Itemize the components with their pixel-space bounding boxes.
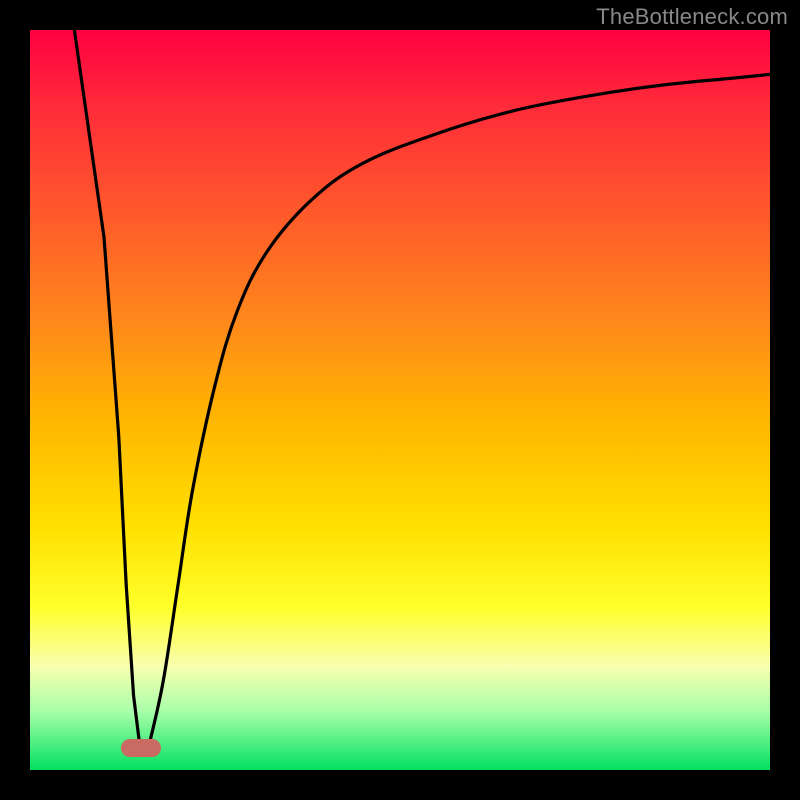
plot-area [30, 30, 770, 770]
right-branch [148, 74, 770, 747]
left-branch [74, 30, 141, 755]
chart-frame: TheBottleneck.com [0, 0, 800, 800]
curve-layer [30, 30, 770, 770]
watermark-text: TheBottleneck.com [596, 4, 788, 30]
minimum-marker [121, 739, 161, 757]
